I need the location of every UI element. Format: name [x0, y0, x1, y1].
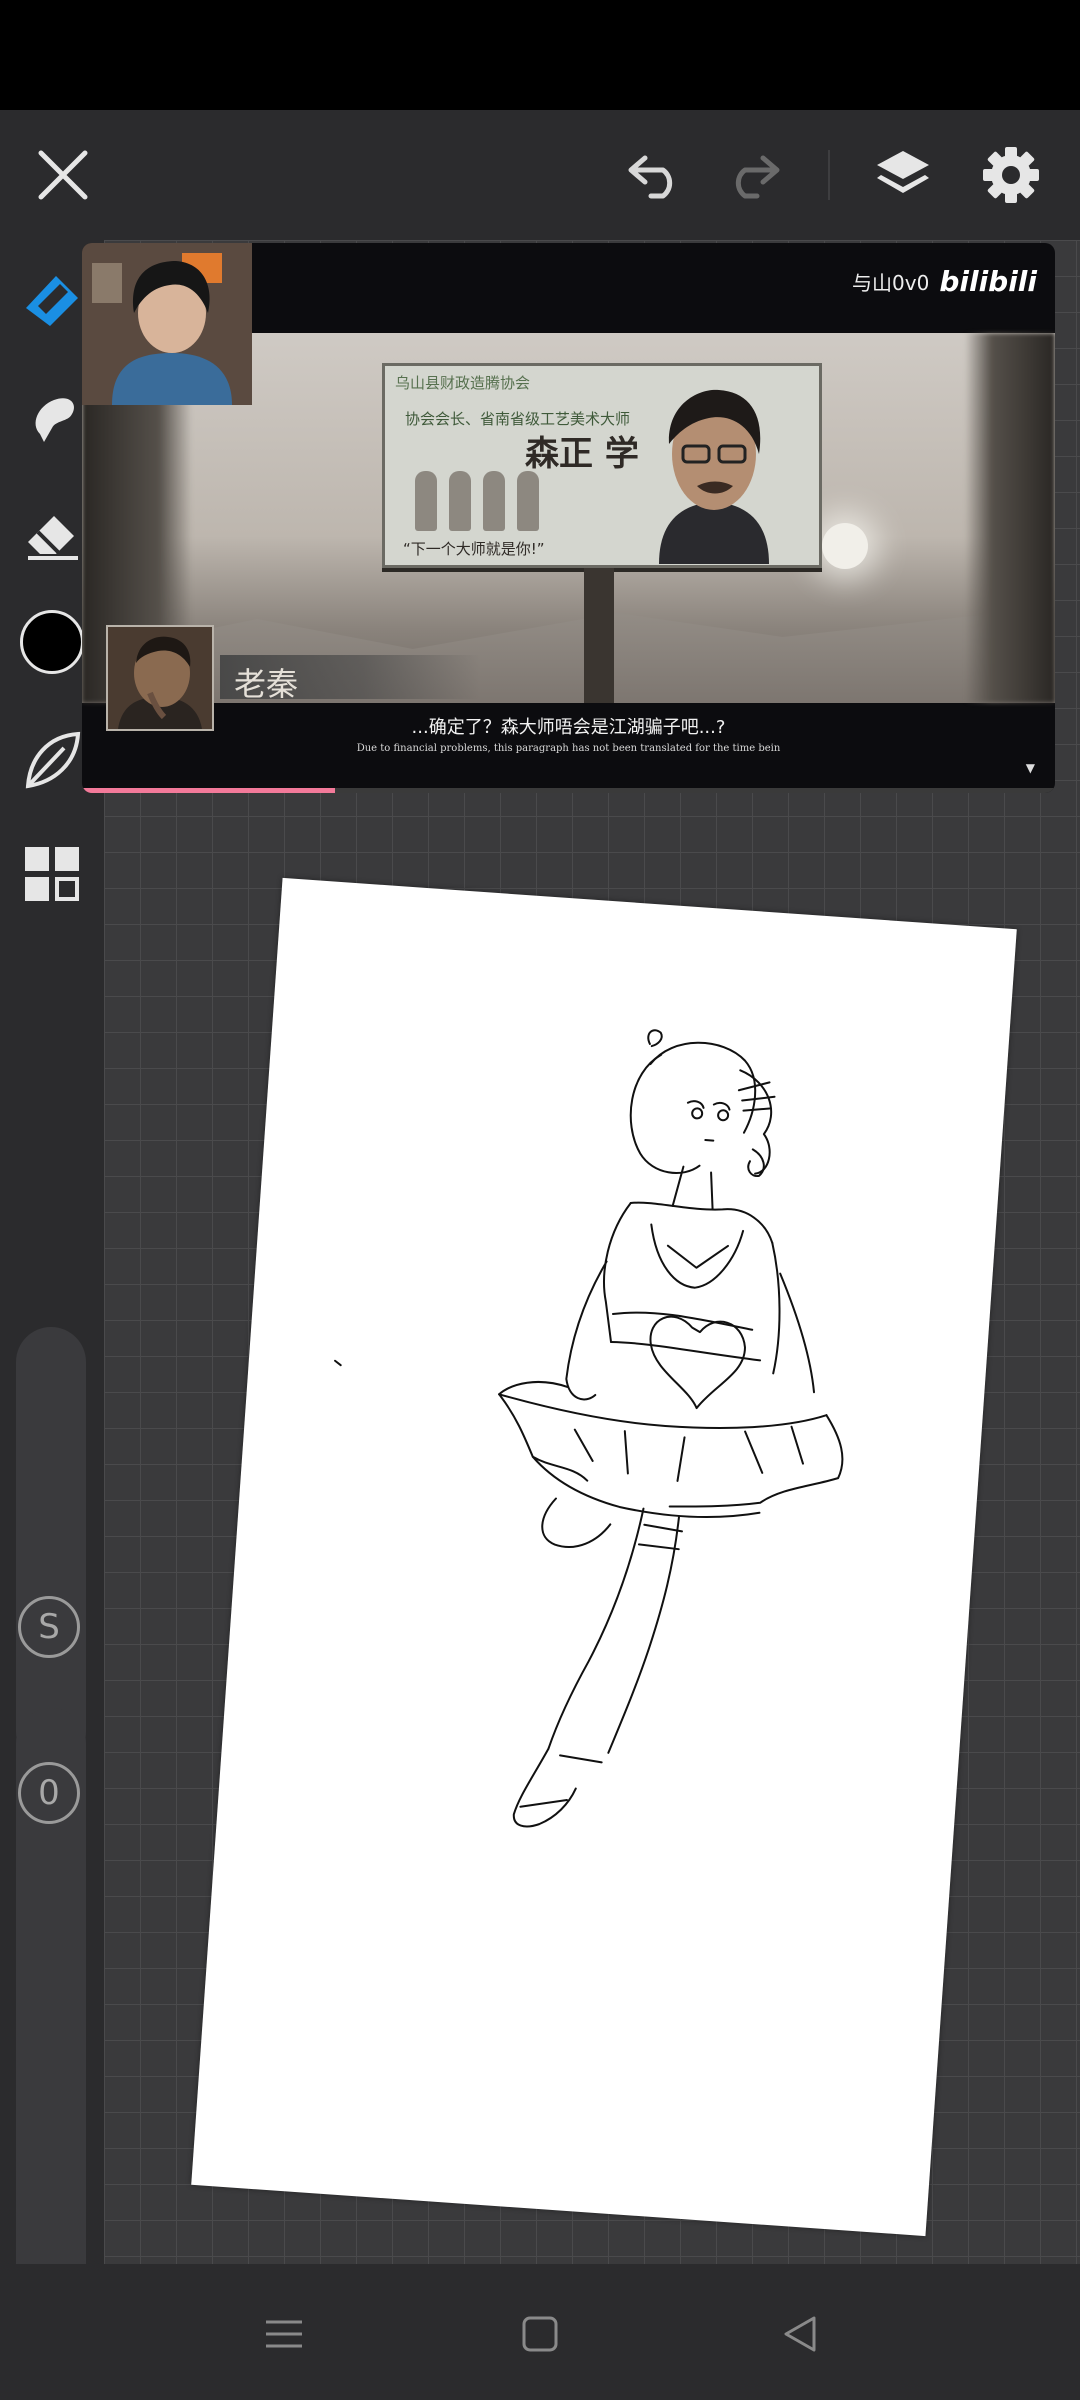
smudge-tool-button[interactable] — [14, 378, 90, 454]
grid-icon — [25, 847, 79, 901]
opacity-value-badge[interactable]: 0 — [18, 1762, 80, 1824]
close-button[interactable] — [28, 140, 98, 210]
rock-right-graphic — [965, 333, 1055, 703]
eraser-icon — [28, 516, 78, 560]
gear-icon — [983, 147, 1039, 203]
stabilizer-label: S — [38, 1607, 60, 1647]
system-nav-bar — [0, 2264, 1080, 2400]
back-triangle-icon — [784, 2316, 816, 2352]
back-button[interactable] — [760, 2294, 840, 2374]
floating-video-player[interactable]: 乌山县财政造腾协会 协会会长、省南省级工艺美术大师 森正 学 “下一个大师就是你… — [82, 243, 1055, 793]
billboard-post — [584, 568, 614, 703]
uploader-name: 与山0v0 — [852, 271, 930, 295]
undo-button[interactable] — [620, 140, 690, 210]
video-progress-fill — [82, 788, 335, 793]
status-bar — [0, 0, 1080, 110]
toolbar-divider — [828, 150, 830, 200]
menu-icon — [266, 2320, 302, 2348]
home-button[interactable] — [500, 2294, 580, 2374]
billboard-slogan: “下一个大师就是你!” — [403, 540, 545, 558]
settings-button[interactable] — [976, 140, 1046, 210]
redo-icon — [735, 155, 780, 199]
smudge-icon — [35, 398, 74, 442]
current-color-swatch — [20, 610, 84, 674]
statue-graphic — [517, 471, 539, 531]
stabilizer-toggle[interactable]: S — [18, 1596, 80, 1658]
statue-graphic — [449, 471, 471, 531]
billboard-portrait — [659, 389, 769, 564]
brush-tool-button[interactable] — [14, 262, 90, 338]
gallery-button[interactable] — [14, 836, 90, 912]
undo-icon — [628, 155, 673, 199]
subtitle-chinese: ...确定了？森大师唔会是江湖骗子吧...? — [411, 717, 726, 738]
color-picker-button[interactable] — [14, 604, 90, 680]
sun-graphic — [822, 523, 868, 569]
video-watermark: 与山0v0 bilibili — [852, 265, 1037, 298]
layers-button[interactable] — [868, 140, 938, 210]
eraser-tool-button[interactable] — [14, 496, 90, 572]
layers-icon — [877, 151, 929, 193]
brush-library-button[interactable] — [14, 722, 90, 798]
brush-size-slider[interactable] — [16, 1327, 86, 1767]
subtitle-english: Due to financial problems, this paragrap… — [356, 743, 781, 754]
home-square-icon — [522, 2316, 558, 2352]
billboard: 乌山县财政造腾协会 协会会长、省南省级工艺美术大师 森正 学 “下一个大师就是你… — [382, 363, 822, 568]
opacity-value: 0 — [38, 1773, 60, 1813]
character-sketch — [334, 1029, 844, 1828]
statue-graphic — [483, 471, 505, 531]
webcam-image — [82, 243, 252, 405]
speaker-name-tag: 老秦 — [220, 655, 480, 703]
billboard-org: 乌山县财政造腾协会 — [395, 374, 531, 392]
bilibili-logo: bilibili — [939, 265, 1037, 298]
brush-icon — [26, 276, 78, 326]
streamer-webcam — [82, 243, 252, 405]
close-icon — [38, 150, 88, 200]
speaker-name: 老秦 — [234, 665, 299, 703]
top-toolbar — [0, 110, 1080, 240]
redo-button[interactable] — [718, 140, 788, 210]
leaf-icon — [25, 731, 81, 789]
drawing-canvas[interactable] — [191, 877, 1017, 2237]
statue-graphic — [415, 471, 437, 531]
next-line-indicator: ▼ — [1025, 761, 1035, 775]
recent-apps-button[interactable] — [244, 2294, 324, 2374]
